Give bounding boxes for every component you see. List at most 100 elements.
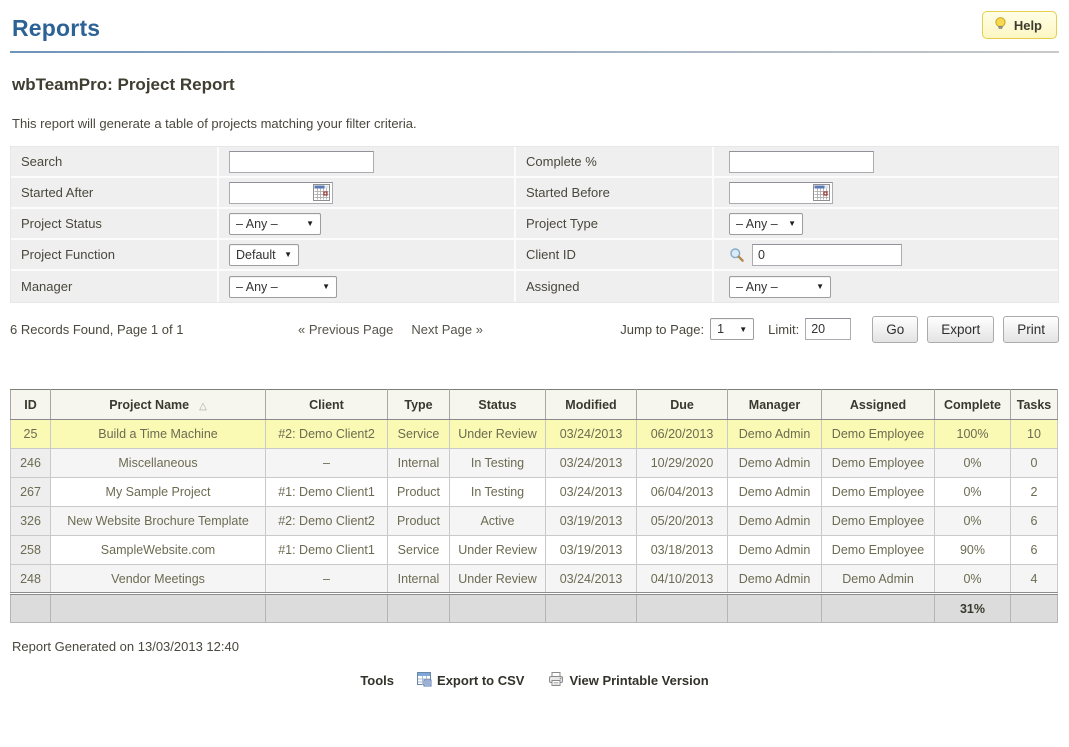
table-cell: SampleWebsite.com bbox=[51, 536, 266, 565]
started-before-control bbox=[714, 178, 1058, 207]
table-row[interactable]: 267My Sample Project#1: Demo Client1Prod… bbox=[11, 478, 1058, 507]
table-row[interactable]: 258SampleWebsite.com#1: Demo Client1Serv… bbox=[11, 536, 1058, 565]
search-input[interactable] bbox=[229, 151, 374, 173]
table-cell: Vendor Meetings bbox=[51, 565, 266, 594]
project-type-select[interactable]: – Any – ▼ bbox=[729, 213, 803, 235]
project-function-control: Default ▼ bbox=[219, 240, 516, 269]
export-button[interactable]: Export bbox=[927, 316, 994, 343]
chevron-down-icon: ▼ bbox=[788, 219, 796, 228]
next-page-link[interactable]: Next Page » bbox=[411, 322, 483, 337]
export-to-csv-link[interactable]: Export to CSV bbox=[416, 671, 524, 690]
project-function-value: Default bbox=[236, 248, 276, 262]
table-body: 25Build a Time Machine#2: Demo Client2Se… bbox=[11, 420, 1058, 594]
table-cell: 100% bbox=[935, 420, 1011, 449]
table-cell: Active bbox=[450, 507, 546, 536]
column-header-project-name[interactable]: Project Name△ bbox=[51, 390, 266, 420]
column-header-tasks[interactable]: Tasks bbox=[1011, 390, 1058, 420]
complete-pct-label: Complete % bbox=[516, 147, 714, 176]
table-cell: 326 bbox=[11, 507, 51, 536]
limit-input[interactable] bbox=[805, 318, 851, 340]
table-row[interactable]: 246Miscellaneous–InternalIn Testing03/24… bbox=[11, 449, 1058, 478]
report-description: This report will generate a table of pro… bbox=[12, 116, 1059, 131]
table-row[interactable]: 326New Website Brochure Template#2: Demo… bbox=[11, 507, 1058, 536]
started-before-input[interactable] bbox=[730, 184, 812, 202]
assigned-control: – Any – ▼ bbox=[714, 271, 1058, 302]
calendar-icon[interactable] bbox=[312, 183, 331, 202]
table-row[interactable]: 248Vendor Meetings–InternalUnder Review0… bbox=[11, 565, 1058, 594]
print-button[interactable]: Print bbox=[1003, 316, 1059, 343]
project-type-label: Project Type bbox=[516, 209, 714, 238]
help-button[interactable]: Help bbox=[982, 11, 1057, 39]
client-id-label: Client ID bbox=[516, 240, 714, 269]
table-cell: Demo Admin bbox=[822, 565, 935, 594]
header-divider bbox=[10, 51, 1059, 53]
column-header-id[interactable]: ID bbox=[11, 390, 51, 420]
table-cell: Demo Admin bbox=[728, 536, 822, 565]
manager-select[interactable]: – Any – ▼ bbox=[229, 276, 337, 298]
started-after-control bbox=[219, 178, 516, 207]
assigned-value: – Any – bbox=[736, 280, 778, 294]
previous-page-link[interactable]: « Previous Page bbox=[298, 322, 393, 337]
calendar-icon[interactable] bbox=[812, 183, 831, 202]
started-after-input[interactable] bbox=[230, 184, 312, 202]
column-header-status[interactable]: Status bbox=[450, 390, 546, 420]
column-header-assigned[interactable]: Assigned bbox=[822, 390, 935, 420]
table-cell: Demo Employee bbox=[822, 449, 935, 478]
go-button[interactable]: Go bbox=[872, 316, 918, 343]
table-cell: 0% bbox=[935, 478, 1011, 507]
chevron-down-icon: ▼ bbox=[284, 250, 292, 259]
printer-icon bbox=[548, 671, 564, 690]
search-lookup-icon[interactable] bbox=[729, 247, 745, 263]
view-printable-label: View Printable Version bbox=[569, 673, 708, 688]
complete-pct-input[interactable] bbox=[729, 151, 874, 173]
column-header-manager[interactable]: Manager bbox=[728, 390, 822, 420]
table-cell: 03/24/2013 bbox=[546, 449, 637, 478]
search-control bbox=[219, 147, 516, 176]
manager-value: – Any – bbox=[236, 280, 278, 294]
project-function-select[interactable]: Default ▼ bbox=[229, 244, 299, 266]
table-cell: Under Review bbox=[450, 536, 546, 565]
table-header-row: ID Project Name△ Client Type Status Modi… bbox=[11, 390, 1058, 420]
report-table: ID Project Name△ Client Type Status Modi… bbox=[10, 389, 1058, 623]
column-header-modified[interactable]: Modified bbox=[546, 390, 637, 420]
chevron-down-icon: ▼ bbox=[322, 282, 330, 291]
table-cell: 2 bbox=[1011, 478, 1058, 507]
spreadsheet-icon bbox=[416, 671, 432, 690]
client-id-control bbox=[714, 240, 1058, 269]
manager-label: Manager bbox=[11, 271, 219, 302]
table-cell: 6 bbox=[1011, 536, 1058, 565]
started-before-field bbox=[729, 182, 833, 204]
table-cell: Demo Admin bbox=[728, 449, 822, 478]
client-id-input[interactable] bbox=[752, 244, 902, 266]
table-row[interactable]: 25Build a Time Machine#2: Demo Client2Se… bbox=[11, 420, 1058, 449]
table-cell: Product bbox=[388, 478, 450, 507]
column-header-label: Project Name bbox=[109, 398, 189, 412]
page-title: Reports bbox=[12, 15, 1059, 42]
project-status-value: – Any – bbox=[236, 217, 278, 231]
lightbulb-icon bbox=[993, 16, 1008, 34]
table-cell: Demo Employee bbox=[822, 420, 935, 449]
column-header-complete[interactable]: Complete bbox=[935, 390, 1011, 420]
summary-cell bbox=[51, 594, 266, 623]
chevron-down-icon: ▼ bbox=[306, 219, 314, 228]
summary-cell bbox=[637, 594, 728, 623]
summary-cell bbox=[822, 594, 935, 623]
assigned-select[interactable]: – Any – ▼ bbox=[729, 276, 831, 298]
jump-to-page-select[interactable]: 1 ▼ bbox=[710, 318, 754, 340]
table-cell: 10/29/2020 bbox=[637, 449, 728, 478]
table-cell: Demo Admin bbox=[728, 420, 822, 449]
filter-panel: Search Complete % Started After Started … bbox=[10, 146, 1059, 303]
table-cell: 90% bbox=[935, 536, 1011, 565]
jump-to-page-label: Jump to Page: bbox=[620, 322, 704, 337]
table-cell: 06/04/2013 bbox=[637, 478, 728, 507]
table-cell: Internal bbox=[388, 565, 450, 594]
column-header-client[interactable]: Client bbox=[266, 390, 388, 420]
column-header-type[interactable]: Type bbox=[388, 390, 450, 420]
table-cell: 246 bbox=[11, 449, 51, 478]
project-status-label: Project Status bbox=[11, 209, 219, 238]
table-cell: Internal bbox=[388, 449, 450, 478]
table-cell: Demo Admin bbox=[728, 478, 822, 507]
view-printable-link[interactable]: View Printable Version bbox=[548, 671, 708, 690]
project-status-select[interactable]: – Any – ▼ bbox=[229, 213, 321, 235]
column-header-due[interactable]: Due bbox=[637, 390, 728, 420]
